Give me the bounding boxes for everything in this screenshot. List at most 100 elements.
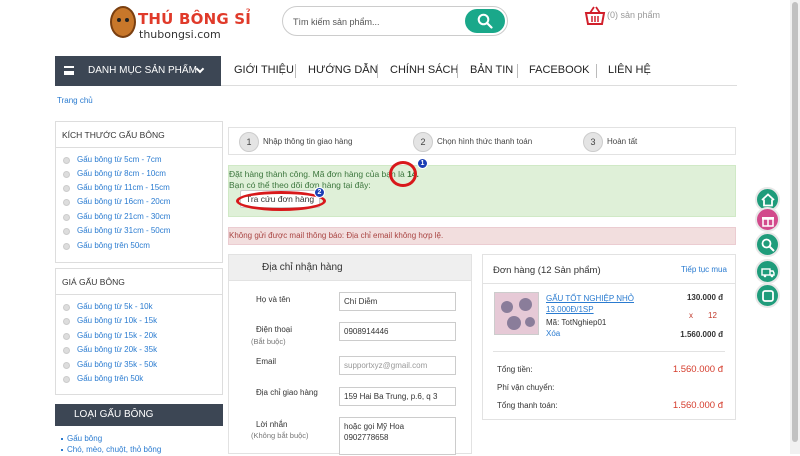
menu-item-news[interactable]: BẢN TIN bbox=[470, 64, 513, 76]
radio-button[interactable] bbox=[63, 171, 70, 178]
price-filter-label: Gấu bông từ 15k - 20k bbox=[77, 331, 158, 340]
type-link[interactable]: Gấu bông bbox=[61, 434, 161, 445]
search-button[interactable] bbox=[465, 9, 505, 33]
product-thumbnail[interactable] bbox=[494, 292, 539, 335]
menu-divider bbox=[596, 64, 597, 78]
step-label: Nhập thông tin giao hàng bbox=[263, 137, 353, 146]
price-filter-title: GIÁ GẤU BÔNG bbox=[62, 277, 125, 287]
size-filter-label: Gấu bông từ 31cm - 50cm bbox=[77, 226, 171, 235]
menu-divider bbox=[517, 64, 518, 78]
total-label: Tổng thanh toán: bbox=[497, 401, 558, 410]
hamburger-icon bbox=[64, 66, 74, 75]
radio-button[interactable] bbox=[63, 376, 70, 383]
search-icon bbox=[761, 238, 775, 252]
subtotal-value: 1.560.000 đ bbox=[672, 364, 723, 375]
size-filter-label: Gấu bông trên 50cm bbox=[77, 241, 150, 250]
radio-button[interactable] bbox=[63, 333, 70, 340]
top-menu: GIỚI THIỆU HƯỚNG DẪN CHÍNH SÁCH BẢN TIN … bbox=[221, 56, 737, 86]
total-value: 1.560.000 đ bbox=[672, 400, 723, 411]
cart-link[interactable]: (0) sản phẩm bbox=[584, 6, 694, 32]
step-number: 3 bbox=[583, 132, 603, 152]
scrollbar-thumb[interactable] bbox=[792, 2, 798, 442]
size-filter-label: Gấu bông từ 5cm - 7cm bbox=[77, 155, 162, 164]
remove-product-link[interactable]: Xóa bbox=[546, 329, 560, 338]
shipping-fee-label: Phí vận chuyển: bbox=[497, 383, 555, 392]
subtotal-label: Tổng tiền: bbox=[497, 365, 533, 374]
bear-mascot-icon bbox=[110, 6, 136, 38]
basket-icon bbox=[584, 6, 606, 25]
search-input[interactable] bbox=[293, 14, 453, 30]
type-box-header: LOẠI GẤU BÔNG bbox=[55, 404, 223, 426]
size-filter-label: Gấu bông từ 16cm - 20cm bbox=[77, 197, 171, 206]
quantity-multiplier: x bbox=[689, 311, 693, 320]
step-label: Hoàn tất bbox=[607, 137, 638, 146]
shipping-button[interactable] bbox=[755, 259, 780, 284]
continue-shopping-link[interactable]: Tiếp tục mua bbox=[681, 265, 727, 274]
site-logo[interactable]: THÚ BÔNG SỈ thubongsi.com bbox=[110, 6, 251, 41]
address-field[interactable] bbox=[339, 387, 456, 406]
name-field[interactable] bbox=[339, 292, 456, 311]
message-line: 0902778658 bbox=[344, 433, 389, 442]
menu-item-contact[interactable]: LIÊN HỆ bbox=[608, 64, 651, 76]
type-list: Gấu bông Chó, mèo, chuột, thỏ bông bbox=[61, 434, 161, 456]
menu-item-about[interactable]: GIỚI THIỆU bbox=[234, 64, 294, 76]
product-name-link[interactable]: GẤU TỐT NGHIỆP NHỎ 13.000Đ/1SP bbox=[546, 293, 646, 315]
email-field[interactable] bbox=[339, 356, 456, 375]
annotation-circle-order-code bbox=[389, 161, 417, 187]
site-header: THÚ BÔNG SỈ thubongsi.com (0) sản phẩm bbox=[0, 0, 800, 56]
size-filter-title: KÍCH THƯỚC GẤU BÔNG bbox=[62, 130, 165, 140]
radio-button[interactable] bbox=[63, 347, 70, 354]
size-filter-label: Gấu bông từ 8cm - 10cm bbox=[77, 169, 166, 178]
email-label: Email bbox=[256, 357, 277, 366]
truck-icon bbox=[761, 268, 775, 278]
error-alert: Không gửi được mail thông báo: Địa chỉ e… bbox=[228, 227, 736, 245]
checkout-steps: 1 Nhập thông tin giao hàng 2 Chọn hình thứ… bbox=[228, 127, 736, 155]
radio-button[interactable] bbox=[63, 228, 70, 235]
divider bbox=[56, 294, 222, 295]
annotation-badge-1: 1 bbox=[417, 158, 428, 169]
search-icon bbox=[477, 13, 493, 29]
phone-required-note: (Bắt buộc) bbox=[251, 337, 286, 346]
message-textarea[interactable]: hoặc gọi Mỹ Hoa 0902778658 bbox=[339, 417, 456, 455]
radio-button[interactable] bbox=[63, 214, 70, 221]
search-shortcut-button[interactable] bbox=[755, 232, 780, 257]
size-filter-label: Gấu bông từ 11cm - 15cm bbox=[77, 183, 170, 192]
divider bbox=[493, 351, 725, 352]
category-menu-button[interactable]: DANH MỤC SẢN PHẨM bbox=[55, 56, 221, 86]
type-link[interactable]: Chó, mèo, chuột, thỏ bông bbox=[61, 445, 161, 456]
breadcrumb-home[interactable]: Trang chủ bbox=[57, 96, 93, 105]
phone-label: Điện thoại bbox=[256, 325, 293, 334]
name-label: Họ và tên bbox=[256, 295, 291, 304]
cart-count: (0) sản phẩm bbox=[607, 10, 661, 20]
message-optional-note: (Không bắt buộc) bbox=[251, 431, 309, 440]
product-unit-price: 130.000 đ bbox=[686, 293, 723, 302]
main-navbar: DANH MỤC SẢN PHẨM GIỚI THIỆU HƯỚNG DẪN C… bbox=[55, 56, 737, 86]
radio-button[interactable] bbox=[63, 185, 70, 192]
search-bar bbox=[282, 6, 508, 36]
radio-button[interactable] bbox=[63, 157, 70, 164]
message-label: Lời nhắn bbox=[256, 420, 288, 429]
menu-item-guide[interactable]: HƯỚNG DẪN bbox=[308, 64, 378, 76]
menu-divider bbox=[295, 64, 296, 78]
address-panel-title: Địa chỉ nhận hàng bbox=[262, 262, 343, 273]
price-filter-label: Gấu bông từ 10k - 15k bbox=[77, 316, 158, 325]
bear-figure bbox=[519, 298, 532, 311]
phone-field[interactable] bbox=[339, 322, 456, 341]
menu-item-facebook[interactable]: FACEBOOK bbox=[529, 64, 590, 76]
annotation-circle-track-button bbox=[236, 191, 326, 211]
gift-button[interactable] bbox=[755, 207, 780, 232]
bear-figure bbox=[525, 317, 535, 327]
menu-item-policy[interactable]: CHÍNH SÁCH bbox=[390, 64, 458, 76]
product-subtotal: 1.560.000 đ bbox=[680, 330, 723, 339]
radio-button[interactable] bbox=[63, 199, 70, 206]
tracking-hint: Bạn có thể theo dõi đơn hàng tại đây: bbox=[229, 180, 371, 190]
radio-button[interactable] bbox=[63, 243, 70, 250]
chat-button[interactable] bbox=[755, 283, 780, 308]
message-line: hoặc gọi Mỹ Hoa bbox=[344, 422, 405, 431]
radio-button[interactable] bbox=[63, 318, 70, 325]
radio-button[interactable] bbox=[63, 304, 70, 311]
page-scrollbar[interactable] bbox=[790, 0, 800, 454]
gift-icon bbox=[762, 217, 774, 227]
radio-button[interactable] bbox=[63, 362, 70, 369]
address-panel-header: Địa chỉ nhận hàng bbox=[229, 255, 471, 281]
